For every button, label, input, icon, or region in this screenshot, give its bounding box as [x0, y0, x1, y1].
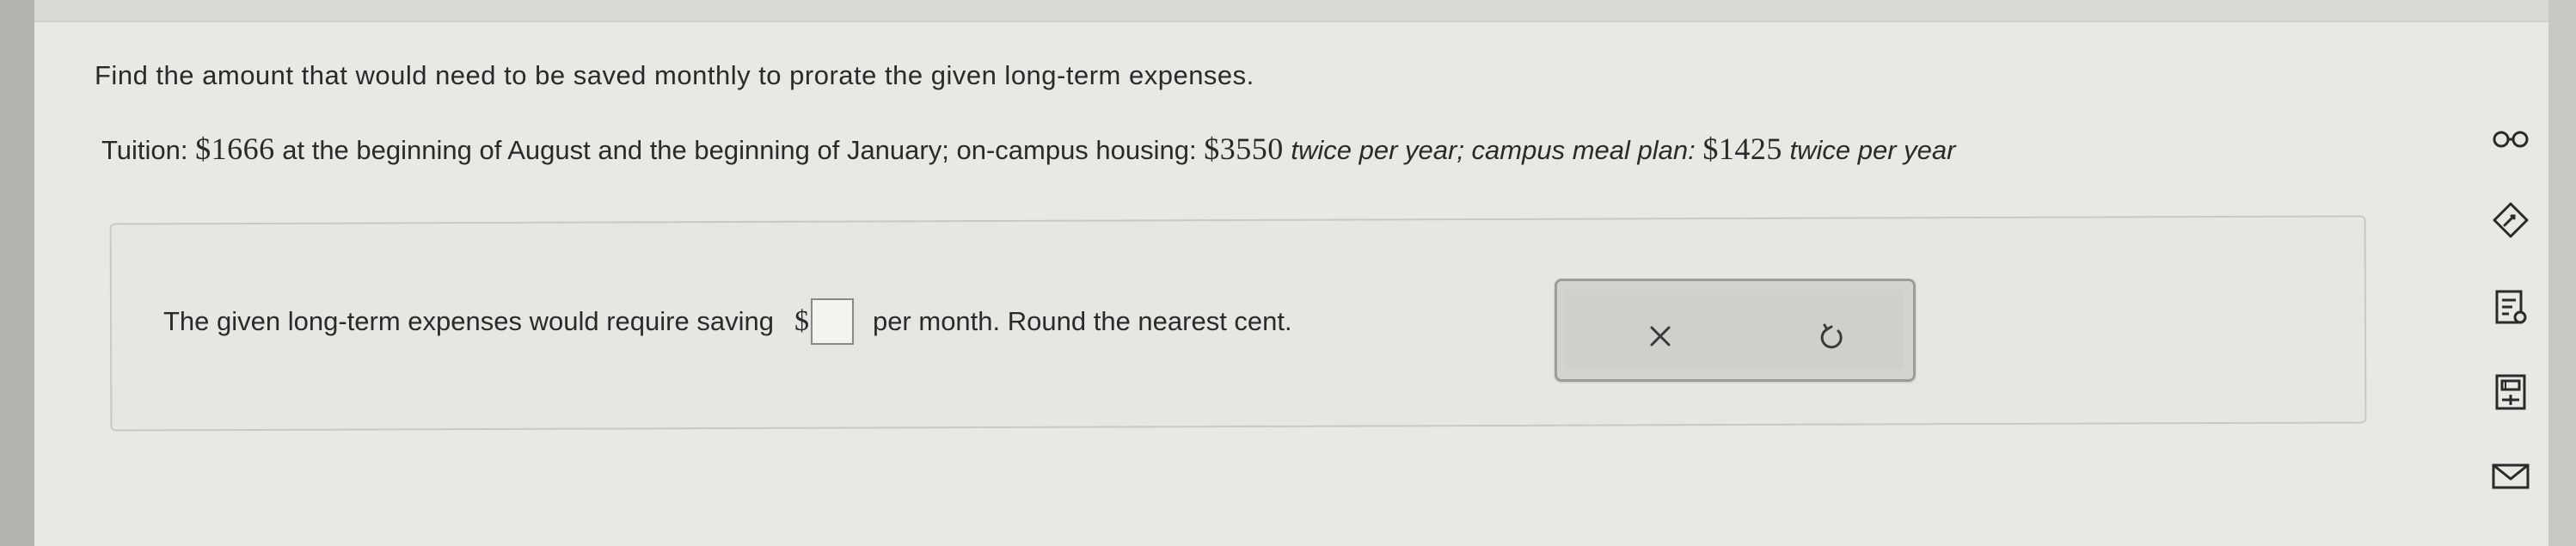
- calculator-icon: [2495, 374, 2526, 410]
- tuition-amount: $1666: [195, 132, 275, 166]
- mail-button[interactable]: [2490, 456, 2531, 497]
- notes-button[interactable]: [2490, 287, 2531, 328]
- mail-icon: [2492, 463, 2530, 489]
- tuition-label: Tuition:: [101, 135, 196, 165]
- accessibility-button[interactable]: [2490, 119, 2531, 160]
- meal-text: twice per year: [1782, 135, 1956, 165]
- redo-icon: [1820, 323, 1843, 349]
- close-icon: [1650, 326, 1671, 347]
- screen: Find the amount that would need to be sa…: [0, 0, 2576, 546]
- answer-prefix: The given long-term expenses would requi…: [163, 306, 774, 336]
- left-edge: [0, 0, 34, 546]
- meal-amount: $1425: [1702, 132, 1782, 166]
- calculator-button[interactable]: [2490, 371, 2531, 413]
- currency-symbol: $: [794, 305, 809, 337]
- answer-row: The given long-term expenses would requi…: [163, 298, 1292, 345]
- notes-icon: [2495, 290, 2527, 324]
- right-edge: [2548, 0, 2576, 546]
- problem-statement: Tuition: $1666 at the beginning of Augus…: [101, 131, 1955, 167]
- edit-icon: [2493, 202, 2529, 238]
- glasses-icon: [2493, 131, 2529, 148]
- question-instruction: Find the amount that would need to be sa…: [95, 60, 1254, 90]
- answer-tools-inner: [1566, 290, 1904, 370]
- clear-button[interactable]: [1635, 310, 1686, 362]
- answer-suffix: per month. Round the nearest cent.: [872, 306, 1292, 336]
- housing-amount: $3550: [1204, 132, 1284, 166]
- redo-button[interactable]: [1806, 310, 1858, 362]
- edit-button[interactable]: [2490, 199, 2531, 241]
- top-edge: [34, 0, 2576, 22]
- answer-tools: [1555, 279, 1916, 382]
- answer-input[interactable]: [810, 298, 854, 345]
- tuition-text: at the beginning of August and the begin…: [274, 135, 1205, 165]
- housing-text: twice per year; campus meal plan:: [1283, 135, 1703, 165]
